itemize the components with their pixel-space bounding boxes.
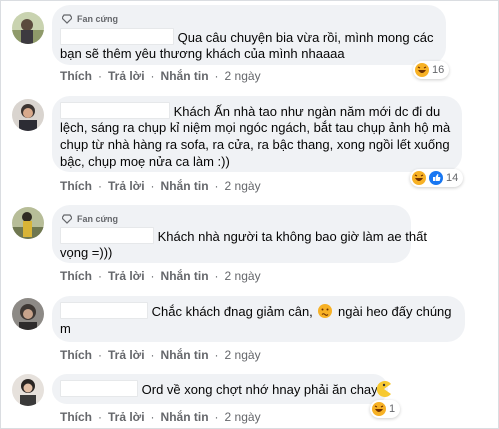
timestamp[interactable]: 2 ngày — [225, 179, 261, 193]
comment-text-line: bậc, chụp moẹ nửa ca làm :)) — [60, 154, 230, 169]
comment-text-line: Khách nhà người ta không bao giờ làm ae … — [157, 229, 427, 244]
timestamp[interactable]: 2 ngày — [225, 348, 261, 362]
timestamp[interactable]: 2 ngày — [225, 69, 261, 83]
badge-label: Fan cứng — [77, 214, 119, 224]
reply-link[interactable]: Trả lời — [108, 269, 145, 283]
comment-text-line: vọng =))) — [60, 245, 113, 260]
comment-actions: Thích · Trả lời · Nhắn tin · 2 ngày — [60, 68, 261, 84]
timestamp[interactable]: 2 ngày — [225, 410, 261, 424]
message-link[interactable]: Nhắn tin — [161, 410, 209, 424]
separator: · — [98, 348, 102, 362]
reply-link[interactable]: Trả lời — [108, 348, 145, 362]
separator: · — [150, 179, 155, 193]
badge-label: Fan cứng — [77, 14, 119, 24]
comment-bubble: Ord về xong chợt nhớ hnay phải ăn chay — [52, 374, 388, 404]
separator: · — [98, 269, 102, 283]
separator: · — [214, 69, 219, 83]
reaction-count: 16 — [432, 64, 445, 76]
fan-badge: Fan cứng — [62, 12, 118, 26]
avatar[interactable] — [12, 374, 44, 406]
separator: · — [150, 348, 155, 362]
separator: · — [214, 179, 219, 193]
avatar[interactable] — [12, 99, 44, 131]
comment-text-line: lệch, sáng ra chụp kỉ niệm mọi ngóc ngác… — [60, 120, 451, 135]
confused-emoji-icon — [318, 304, 333, 318]
avatar[interactable] — [12, 12, 44, 44]
reaction-count: 14 — [446, 172, 459, 184]
like-reaction-icon — [429, 171, 443, 185]
comment-bubble: Khách Ấn nhà tao như ngàn năm mới dc đi … — [52, 96, 462, 172]
comment-actions: Thích · Trả lời · Nhắn tin · 2 ngày — [60, 268, 261, 284]
separator: · — [150, 410, 155, 424]
timestamp[interactable]: 2 ngày — [225, 269, 261, 283]
message-link[interactable]: Nhắn tin — [161, 179, 209, 193]
comment-text-line: chụp từ nhà hàng ra sofa, ra cửa, ra bậc… — [60, 137, 450, 152]
like-link[interactable]: Thích — [60, 348, 92, 362]
comment-text-line: bạn sẽ thêm yêu thương khách của mình nh… — [60, 46, 345, 61]
comment-text-line: Chắc khách đnag giảm cân, — [151, 304, 313, 319]
like-link[interactable]: Thích — [60, 69, 92, 83]
author-name-redacted[interactable] — [60, 102, 170, 119]
like-link[interactable]: Thích — [60, 179, 92, 193]
separator: · — [214, 410, 219, 424]
author-name-redacted[interactable] — [60, 302, 148, 319]
fan-diamond-icon — [62, 14, 72, 24]
reply-link[interactable]: Trả lời — [108, 410, 145, 424]
separator: · — [150, 269, 155, 283]
haha-reaction-icon — [372, 402, 386, 416]
comment-bubble: Fan cứng Qua câu chuyện bia vừa rồi, mìn… — [52, 5, 446, 65]
reaction-count: 1 — [389, 403, 396, 415]
reaction-summary[interactable]: 1 — [370, 400, 401, 418]
like-link[interactable]: Thích — [60, 269, 92, 283]
message-link[interactable]: Nhắn tin — [161, 348, 209, 362]
like-link[interactable]: Thích — [60, 410, 92, 424]
avatar[interactable] — [12, 207, 44, 239]
separator: · — [98, 69, 102, 83]
author-name-redacted[interactable] — [60, 380, 138, 397]
comment-text-line: Ord về xong chợt nhớ hnay phải ăn chay — [141, 382, 378, 397]
comment-text-line: Qua câu chuyện bia vừa rồi, mình mong cá… — [177, 30, 434, 45]
reaction-summary[interactable]: 14 — [410, 169, 464, 187]
comment-actions: Thích · Trả lời · Nhắn tin · 2 ngày — [60, 347, 261, 363]
separator: · — [150, 69, 155, 83]
fan-badge: Fan cứng — [62, 212, 118, 226]
author-name-redacted[interactable] — [60, 28, 174, 45]
author-name-redacted[interactable] — [60, 227, 154, 244]
separator: · — [214, 348, 219, 362]
comment-text-line: ngài heo đấy chúng — [338, 304, 452, 319]
separator: · — [98, 179, 102, 193]
haha-reaction-icon — [415, 63, 429, 77]
haha-reaction-icon — [412, 171, 426, 185]
comment-text-line: m — [60, 321, 71, 336]
pacman-emoji-icon — [376, 381, 391, 397]
comment-bubble: Chắc khách đnag giảm cân, ngài heo đấy c… — [52, 296, 465, 342]
separator: · — [214, 269, 219, 283]
avatar[interactable] — [12, 298, 44, 330]
reply-link[interactable]: Trả lời — [108, 69, 145, 83]
message-link[interactable]: Nhắn tin — [161, 69, 209, 83]
separator: · — [98, 410, 102, 424]
message-link[interactable]: Nhắn tin — [161, 269, 209, 283]
reaction-summary[interactable]: 16 — [413, 61, 450, 79]
comment-actions: Thích · Trả lời · Nhắn tin · 2 ngày — [60, 409, 261, 425]
reply-link[interactable]: Trả lời — [108, 179, 145, 193]
comment-bubble: Fan cứng Khách nhà người ta không bao gi… — [52, 205, 427, 263]
fan-diamond-icon — [62, 214, 72, 224]
comment-text-line: Khách Ấn nhà tao như ngàn năm mới dc đi … — [173, 104, 441, 119]
comment-actions: Thích · Trả lời · Nhắn tin · 2 ngày — [60, 178, 261, 194]
